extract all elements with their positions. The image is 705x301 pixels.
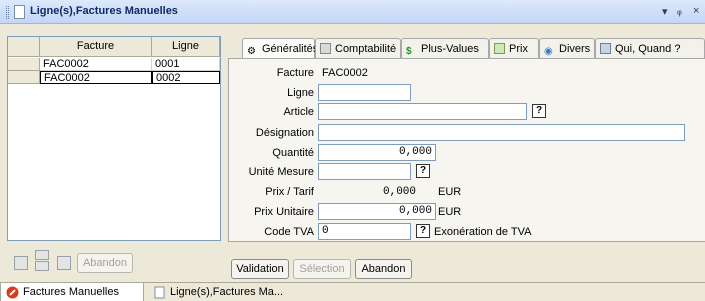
row-selector[interactable] xyxy=(8,58,40,71)
tab-label: Divers xyxy=(559,43,591,55)
price-icon xyxy=(494,43,505,54)
application-window: Ligne(s),Factures Manuelles ▾ ᵩ × Factur… xyxy=(0,0,705,301)
code-tva-description: Exonération de TVA xyxy=(434,226,532,238)
selection-button[interactable]: Sélection xyxy=(293,259,351,279)
tab-comptabilite[interactable]: Comptabilité xyxy=(315,38,401,59)
grid-corner-cell xyxy=(8,37,40,57)
grip-icon[interactable] xyxy=(6,6,9,19)
prix-unitaire-input[interactable]: 0,000 xyxy=(318,203,436,220)
designation-input[interactable] xyxy=(318,124,685,141)
dollar-icon: $ xyxy=(406,46,412,57)
code-tva-help-button[interactable]: ? xyxy=(416,224,430,238)
cell-facture[interactable]: FAC0002 xyxy=(40,58,152,71)
value-prix-tarif: 0,000 xyxy=(383,186,417,198)
article-input[interactable] xyxy=(318,103,527,120)
label-prix-tarif: Prix / Tarif xyxy=(265,186,314,198)
table-row[interactable]: FAC0002 0001 xyxy=(8,58,220,71)
cell-ligne[interactable]: 0001 xyxy=(152,58,220,71)
document-icon xyxy=(14,5,25,19)
tab-strip: ⚙ Généralités Comptabilité $ Plus-Values P… xyxy=(228,38,705,60)
label-designation: Désignation xyxy=(255,127,314,139)
cell-facture[interactable]: FAC0002 xyxy=(40,71,152,84)
currency-prix-tarif: EUR xyxy=(438,186,462,198)
delete-record-icon[interactable] xyxy=(35,261,49,271)
label-code-tva: Code TVA xyxy=(264,226,314,238)
unite-mesure-help-button[interactable]: ? xyxy=(416,164,430,178)
tab-plus-values[interactable]: $ Plus-Values xyxy=(401,38,489,59)
tab-label: Prix xyxy=(509,43,528,55)
tab-qui-quand[interactable]: Qui, Quand ? xyxy=(595,38,705,59)
article-help-button[interactable]: ? xyxy=(532,104,546,118)
tab-label: Plus-Values xyxy=(421,43,479,55)
insert-record-icon[interactable] xyxy=(35,250,49,260)
settings-icon: ⚙ xyxy=(247,46,256,57)
doc-tab-label: Ligne(s),Factures Ma... xyxy=(170,286,284,298)
tab-generalites[interactable]: ⚙ Généralités xyxy=(242,38,319,60)
label-quantite: Quantité xyxy=(272,147,314,159)
doc-tab-factures-manuelles[interactable]: Factures Manuelles xyxy=(0,283,144,301)
grid-header: Facture Ligne xyxy=(8,37,220,57)
document-icon xyxy=(153,286,166,299)
dropdown-icon[interactable]: ▾ xyxy=(662,5,668,18)
validation-button[interactable]: Validation xyxy=(231,259,289,279)
new-record-icon[interactable] xyxy=(14,256,28,270)
quantite-input[interactable]: 0,000 xyxy=(318,144,436,161)
tab-divers[interactable]: ◉ Divers xyxy=(539,38,595,59)
tab-label: Qui, Quand ? xyxy=(615,43,681,55)
title-bar: Ligne(s),Factures Manuelles ▾ ᵩ × xyxy=(0,0,705,24)
tab-prix[interactable]: Prix xyxy=(489,38,539,59)
abandon-button[interactable]: Abandon xyxy=(355,259,412,279)
window-title: Ligne(s),Factures Manuelles xyxy=(30,5,178,17)
cell-ligne[interactable]: 0002 xyxy=(152,71,220,84)
doc-tab-label: Factures Manuelles xyxy=(23,286,119,298)
lines-grid[interactable]: Facture Ligne FAC0002 0001 FAC0002 0002 xyxy=(7,36,221,241)
close-icon[interactable]: × xyxy=(693,5,699,17)
tab-label: Généralités xyxy=(262,43,319,55)
left-abandon-button[interactable]: Abandon xyxy=(77,253,133,273)
document-tab-bar: Factures Manuelles Ligne(s),Factures Ma.… xyxy=(0,282,705,301)
ligne-input[interactable] xyxy=(318,84,411,101)
label-article: Article xyxy=(283,106,314,118)
row-selector[interactable] xyxy=(8,71,40,84)
ledger-icon xyxy=(320,43,331,54)
code-tva-input[interactable]: 0 xyxy=(318,223,411,240)
tab-label: Comptabilité xyxy=(335,43,397,55)
table-row[interactable]: FAC0002 0002 xyxy=(8,71,220,84)
pin-icon[interactable]: ᵩ xyxy=(677,5,682,17)
column-header-ligne[interactable]: Ligne xyxy=(152,37,220,57)
column-header-facture[interactable]: Facture xyxy=(40,37,152,57)
audit-icon xyxy=(600,43,611,54)
no-entry-icon xyxy=(6,286,19,299)
misc-icon: ◉ xyxy=(544,46,553,57)
label-facture: Facture xyxy=(276,67,314,79)
label-ligne: Ligne xyxy=(287,87,314,99)
label-unite-mesure: Unité Mesure xyxy=(248,166,314,178)
label-prix-unitaire: Prix Unitaire xyxy=(254,206,314,218)
copy-record-icon[interactable] xyxy=(57,256,71,270)
currency-prix-unitaire: EUR xyxy=(438,206,462,218)
value-facture: FAC0002 xyxy=(322,67,368,79)
doc-tab-lignes[interactable]: Ligne(s),Factures Ma... xyxy=(148,283,298,301)
unite-mesure-input[interactable] xyxy=(318,163,411,180)
